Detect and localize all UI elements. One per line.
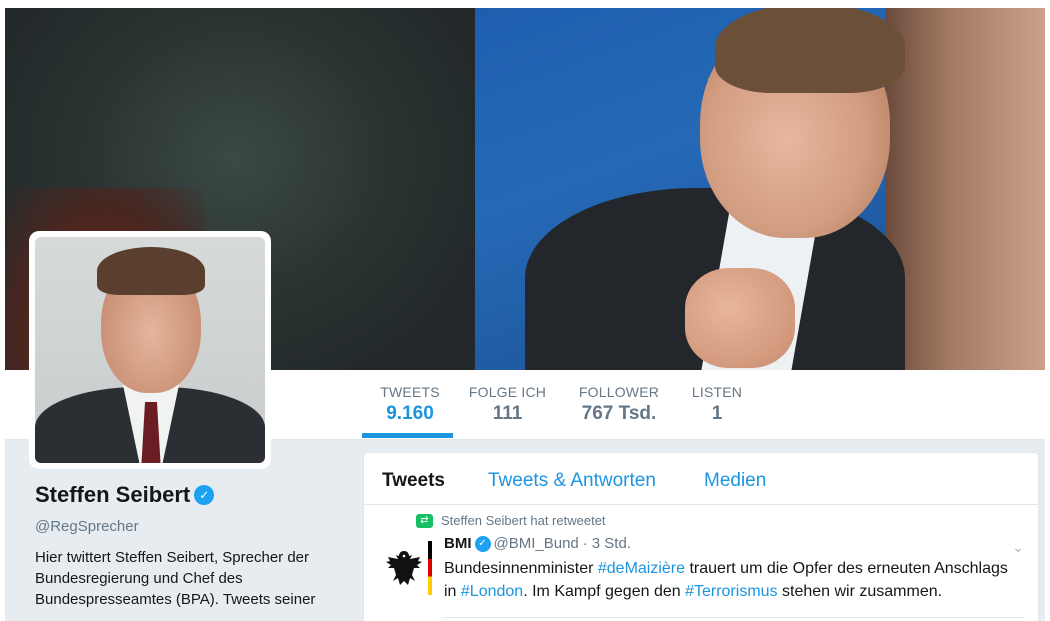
timeline-tabs: Tweets Tweets & Antworten Medien	[364, 453, 1038, 505]
avatar-photo	[35, 237, 265, 463]
nav-following[interactable]: FOLGE ICH 111	[465, 384, 550, 425]
federal-eagle-icon	[386, 551, 422, 585]
nav-tweets[interactable]: TWEETS 9.160	[365, 384, 455, 425]
profile-name[interactable]: Steffen Seibert	[35, 482, 190, 508]
tweet-divider	[444, 617, 1024, 618]
nav-followers-label: FOLLOWER	[578, 384, 660, 400]
tweet-meta-separator: ·	[582, 535, 588, 552]
nav-lists-count: 1	[711, 403, 723, 424]
tweet-text-part: stehen wir zusammen.	[777, 583, 943, 600]
nav-lists-label: LISTEN	[691, 384, 743, 400]
nav-tweets-count: 9.160	[386, 403, 434, 424]
profile-card: Steffen Seibert ✓ @RegSprecher Hier twit…	[35, 482, 355, 610]
retweet-icon: ⇄	[416, 513, 433, 528]
tab-tweets[interactable]: Tweets	[382, 470, 445, 492]
nav-followers[interactable]: FOLLOWER 767 Tsd.	[575, 384, 663, 425]
tweet-text-part: . Im Kampf gegen den	[523, 583, 686, 600]
nav-followers-count: 767 Tsd.	[581, 403, 657, 424]
tweet-header: BMI ✓ @BMI_Bund · 3 Std.	[444, 535, 631, 552]
profile-page: ★ ★ TWEETS 9.160 FOLGE ICH 111 FOLLOWER …	[5, 8, 1045, 621]
nav-lists[interactable]: LISTEN 1	[687, 384, 747, 425]
profile-handle[interactable]: @RegSprecher	[35, 518, 355, 535]
hashtag-link[interactable]: #London	[461, 583, 523, 600]
chevron-down-icon[interactable]: ⌄	[1012, 539, 1024, 556]
tab-tweets-and-replies[interactable]: Tweets & Antworten	[488, 470, 656, 492]
active-tab-indicator	[362, 433, 453, 438]
profile-bio: Hier twittert Steffen Seibert, Sprecher …	[35, 549, 316, 608]
tweet-author-avatar[interactable]	[380, 545, 428, 593]
verified-badge-icon: ✓	[194, 485, 215, 505]
tweet-author-name[interactable]: BMI	[444, 535, 472, 552]
profile-avatar[interactable]	[29, 231, 271, 469]
nav-following-count: 111	[492, 403, 523, 424]
retweet-context: ⇄ Steffen Seibert hat retweetet	[416, 513, 606, 528]
tweet-author-handle[interactable]: @BMI_Bund	[494, 535, 579, 552]
tweet-text-part: Bundesinnenminister	[444, 560, 598, 577]
retweet-context-text: Steffen Seibert hat retweetet	[441, 513, 606, 528]
hashtag-link[interactable]: #Terrorismus	[685, 583, 777, 600]
hashtag-link[interactable]: #deMaizière	[598, 560, 685, 577]
timeline: Tweets Tweets & Antworten Medien ⇄ Steff…	[363, 452, 1039, 621]
tweet-timestamp[interactable]: 3 Std.	[592, 535, 631, 552]
nav-tweets-label: TWEETS	[380, 384, 440, 400]
german-flag-stripe	[428, 541, 432, 595]
tab-media[interactable]: Medien	[704, 470, 766, 492]
banner-person	[525, 8, 905, 370]
tweet-text: Bundesinnenminister #deMaizière trauert …	[444, 557, 1024, 603]
nav-following-label: FOLGE ICH	[468, 384, 547, 400]
verified-badge-icon: ✓	[474, 535, 491, 552]
